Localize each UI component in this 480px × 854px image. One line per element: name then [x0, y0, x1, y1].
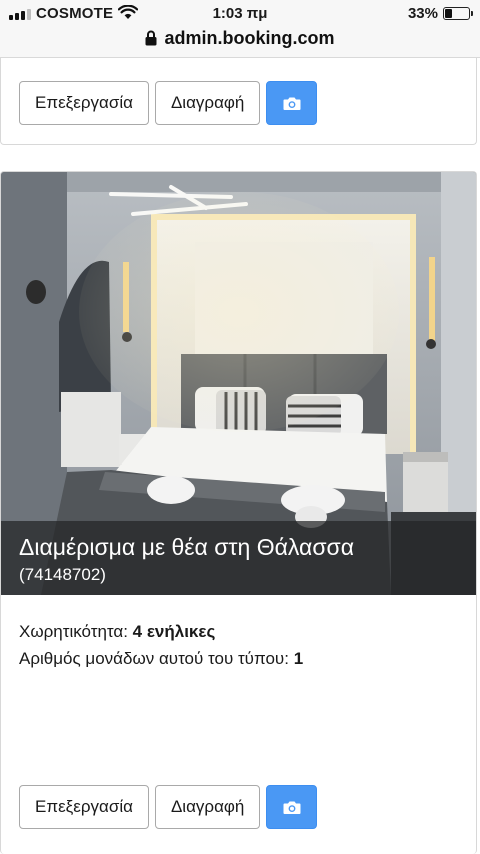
capacity-value: 4 ενήλικες [132, 622, 216, 641]
battery-icon [443, 7, 473, 20]
room-card: Διαμέρισμα με θέα στη Θάλασσα (74148702)… [0, 171, 477, 854]
room-id: (74148702) [19, 565, 106, 584]
address-bar[interactable]: admin.booking.com [0, 26, 480, 50]
units-value: 1 [293, 649, 304, 668]
units-label: Αριθμός μονάδων αυτού του τύπου: [19, 649, 289, 668]
photo-button[interactable] [266, 785, 318, 829]
delete-button[interactable]: Διαγραφή [154, 81, 261, 125]
lock-icon [145, 30, 157, 46]
room-card-previous: Επεξεργασία Διαγραφή [0, 58, 477, 145]
edit-button[interactable]: Επεξεργασία [19, 81, 149, 125]
camera-icon [283, 97, 301, 110]
card-actions: Επεξεργασία Διαγραφή [19, 785, 318, 829]
edit-button[interactable]: Επεξεργασία [19, 785, 149, 829]
photo-button[interactable] [266, 81, 318, 125]
battery-percent: 33% [407, 5, 438, 22]
capacity-label: Χωρητικότητα: [19, 622, 128, 641]
status-bar: COSMOTE 1:03 πμ 33% [0, 0, 480, 26]
room-details: Χωρητικότητα: 4 ενήλικες Αριθμός μονάδων… [19, 618, 303, 672]
units-row: Αριθμός μονάδων αυτού του τύπου: 1 [19, 645, 303, 672]
browser-chrome: COSMOTE 1:03 πμ 33% admin.booking.com [0, 0, 480, 58]
room-title: Διαμέρισμα με θέα στη Θάλασσα [19, 534, 355, 560]
delete-button[interactable]: Διαγραφή [154, 785, 261, 829]
card-actions: Επεξεργασία Διαγραφή [19, 81, 318, 125]
room-photo[interactable]: Διαμέρισμα με θέα στη Θάλασσα (74148702) [1, 172, 476, 595]
capacity-row: Χωρητικότητα: 4 ενήλικες [19, 618, 303, 645]
url-text: admin.booking.com [164, 27, 335, 48]
room-caption: Διαμέρισμα με θέα στη Θάλασσα (74148702) [1, 521, 476, 595]
camera-icon [283, 801, 301, 814]
